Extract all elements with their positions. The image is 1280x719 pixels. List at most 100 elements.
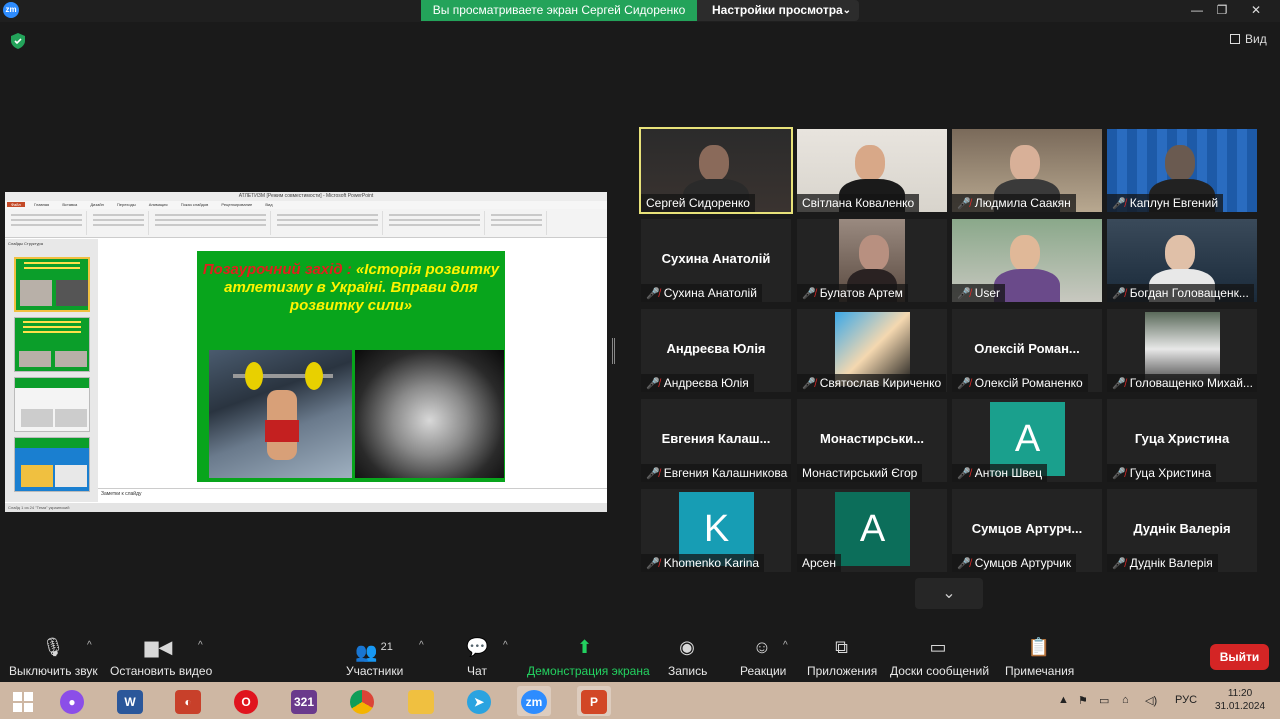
participant-name: Гуца Христина xyxy=(1129,466,1212,480)
apps-label: Приложения xyxy=(807,664,878,678)
participant-name-label: 🎤̸ Khomenko Karina xyxy=(641,554,765,572)
slide-notes[interactable]: Заметки к слайду xyxy=(98,488,607,503)
flag-icon[interactable]: ⚑ xyxy=(1078,694,1088,707)
camera-icon: ▆◀ xyxy=(144,637,173,657)
zoom-taskbar-label: zm xyxy=(521,690,547,715)
whiteboard-icon: ▭ xyxy=(929,637,947,657)
share-screen-label: Демонстрация экрана xyxy=(527,664,650,678)
muted-microphone-icon: 🎤̸ xyxy=(802,288,816,300)
view-settings-dropdown[interactable]: Настройки просмотра ⌄ xyxy=(697,0,859,21)
participant-name: Головащенко Михай... xyxy=(1129,376,1253,390)
gallery-next-page-button[interactable]: ⌄ xyxy=(915,578,983,609)
participants-caret-icon[interactable]: ^ xyxy=(419,640,424,651)
participant-tile[interactable]: Сергей Сидоренко xyxy=(639,127,793,214)
ribbon-group xyxy=(89,211,149,235)
participant-name-label: 🎤̸ Гуца Христина xyxy=(1107,464,1217,482)
chrome-icon[interactable] xyxy=(345,686,379,716)
participant-tile[interactable]: Сухина Анатолій 🎤̸ Сухина Анатолій xyxy=(641,219,791,302)
share-screen-button[interactable]: ⬆ Демонстрация экрана xyxy=(527,636,650,678)
participant-display-name: Андреєва Юлія xyxy=(666,341,766,356)
participant-tile[interactable]: Олексій Роман... 🎤̸ Олексій Романенко xyxy=(952,309,1102,392)
participant-name-label: 🎤̸ Сухина Анатолій xyxy=(641,284,762,302)
zoom-taskbar-icon[interactable]: zm xyxy=(517,686,551,716)
participant-name-label: 🎤̸ Булатов Артем xyxy=(797,284,908,302)
ppt-tab: Показ слайдов xyxy=(180,202,209,207)
participant-tile[interactable]: 🎤̸ User xyxy=(952,219,1102,302)
ppt-slides-panel: Слайды Структура xyxy=(5,239,98,502)
notes-button[interactable]: 📋 Примечания xyxy=(1005,636,1074,678)
ribbon-group xyxy=(385,211,485,235)
participant-tile[interactable]: 🎤̸ Булатов Артем xyxy=(797,219,947,302)
participant-name-label: 🎤̸ User xyxy=(952,284,1006,302)
participant-tile[interactable]: Світлана Коваленко xyxy=(797,129,947,212)
stop-video-button[interactable]: ▆◀ Остановить видео xyxy=(110,636,212,678)
muted-microphone-icon: 🎤̸ xyxy=(1112,378,1126,390)
battery-icon[interactable]: ▭ xyxy=(1099,694,1109,707)
participant-tile[interactable]: Гуца Христина 🎤̸ Гуца Христина xyxy=(1107,399,1257,482)
view-settings-label: Настройки просмотра xyxy=(712,3,843,17)
participant-tile[interactable]: 🎤̸ Богдан Головащенк... xyxy=(1107,219,1257,302)
close-icon[interactable]: ✕ xyxy=(1241,0,1271,20)
word-icon[interactable]: W xyxy=(113,686,147,716)
powerpoint-icon[interactable]: P xyxy=(577,686,611,716)
reactions-button[interactable]: ☺ Реакции xyxy=(740,636,786,678)
participant-tile[interactable]: Монастирськи... Монастирський Єгор xyxy=(797,399,947,482)
ribbon-group xyxy=(273,211,383,235)
participants-button[interactable]: 👥 21 Участники xyxy=(346,636,403,678)
participant-tile[interactable]: Евгения Калаш... 🎤̸ Евгения Калашникова xyxy=(641,399,791,482)
participant-name: Святослав Кириченко xyxy=(819,376,942,390)
slide-thumbnail xyxy=(14,257,90,312)
telegram-icon[interactable]: ➤ xyxy=(462,686,496,716)
windows-start-icon[interactable] xyxy=(6,686,40,716)
participant-display-name: Сумцов Артурч... xyxy=(971,521,1083,536)
network-icon[interactable]: ⌂ xyxy=(1122,694,1129,706)
ccleaner-icon[interactable]: ◐ xyxy=(171,686,205,716)
participant-name: Сумцов Артурчик xyxy=(974,556,1072,570)
participant-tile[interactable]: 🎤̸ Святослав Кириченко xyxy=(797,309,947,392)
participant-name: Каплун Евгений xyxy=(1129,196,1219,210)
participant-tile[interactable]: 🎤̸ Людмила Саакян xyxy=(952,129,1102,212)
slide-heading: Позаурочний захід : «Історія розвитку ат… xyxy=(197,261,505,315)
volume-icon[interactable]: ◁) xyxy=(1145,694,1157,707)
muted-microphone-icon: 🎤̸ xyxy=(646,288,660,300)
calendar-321-icon[interactable]: 321 xyxy=(287,686,321,716)
participant-tile[interactable]: 🎤̸ Головащенко Михай... xyxy=(1107,309,1257,392)
language-indicator[interactable]: РУС xyxy=(1175,694,1197,706)
opera-icon[interactable]: O xyxy=(229,686,263,716)
mute-button[interactable]: 🎙 Выключить звук xyxy=(9,636,98,678)
chat-button[interactable]: 💬 Чат xyxy=(466,636,488,678)
muted-microphone-icon: 🎤̸ xyxy=(957,558,971,570)
file-explorer-icon[interactable] xyxy=(404,686,438,716)
tray-expand-icon[interactable]: ▲ xyxy=(1058,694,1069,706)
participant-tile[interactable]: K 🎤̸ Khomenko Karina xyxy=(641,489,791,572)
apps-button[interactable]: ⧉ Приложения xyxy=(807,636,878,678)
ppt-window-title: АТЛЕТИЗМ [Режим совместимости] - Microso… xyxy=(5,192,607,201)
participant-name-label: 🎤̸ Дуднік Валерія xyxy=(1107,554,1218,572)
whiteboards-button[interactable]: ▭ Доски сообщений xyxy=(890,636,989,678)
shared-screen[interactable]: АТЛЕТИЗМ [Режим совместимости] - Microso… xyxy=(5,192,607,512)
participant-tile[interactable]: Андреєва Юлія 🎤̸ Андреєва Юлія xyxy=(641,309,791,392)
participant-tile[interactable]: A Арсен xyxy=(797,489,947,572)
ppt-status-bar: Слайд 1 из 24 "Тема" украинский xyxy=(5,503,607,512)
record-button[interactable]: ◉ Запись xyxy=(668,636,707,678)
reactions-caret-icon[interactable]: ^ xyxy=(783,640,788,651)
split-view-handle[interactable] xyxy=(612,338,615,364)
participant-name-label: 🎤̸ Святослав Кириченко xyxy=(797,374,947,392)
chat-caret-icon[interactable]: ^ xyxy=(503,640,508,651)
ppt-tab: Вставка xyxy=(62,202,78,207)
participant-tile[interactable]: A 🎤̸ Антон Швец xyxy=(952,399,1102,482)
video-options-caret-icon[interactable]: ^ xyxy=(198,640,203,651)
clock[interactable]: 11:20 31.01.2024 xyxy=(1205,687,1275,713)
ribbon-group xyxy=(151,211,271,235)
shield-check-icon[interactable] xyxy=(11,33,25,49)
participant-tile[interactable]: Сумцов Артурч... 🎤̸ Сумцов Артурчик xyxy=(952,489,1102,572)
alice-assistant-icon[interactable]: ● xyxy=(55,686,89,716)
restore-icon[interactable]: ❐ xyxy=(1207,0,1237,20)
participant-name-label: 🎤̸ Антон Швец xyxy=(952,464,1048,482)
leave-button[interactable]: Выйти xyxy=(1210,644,1269,670)
participant-tile[interactable]: Дуднік Валерія 🎤̸ Дуднік Валерія xyxy=(1107,489,1257,572)
reactions-icon: ☺ xyxy=(752,637,772,657)
participant-tile[interactable]: 🎤̸ Каплун Евгений xyxy=(1107,129,1257,212)
audio-options-caret-icon[interactable]: ^ xyxy=(87,640,92,651)
view-button[interactable]: Вид xyxy=(1230,32,1267,46)
